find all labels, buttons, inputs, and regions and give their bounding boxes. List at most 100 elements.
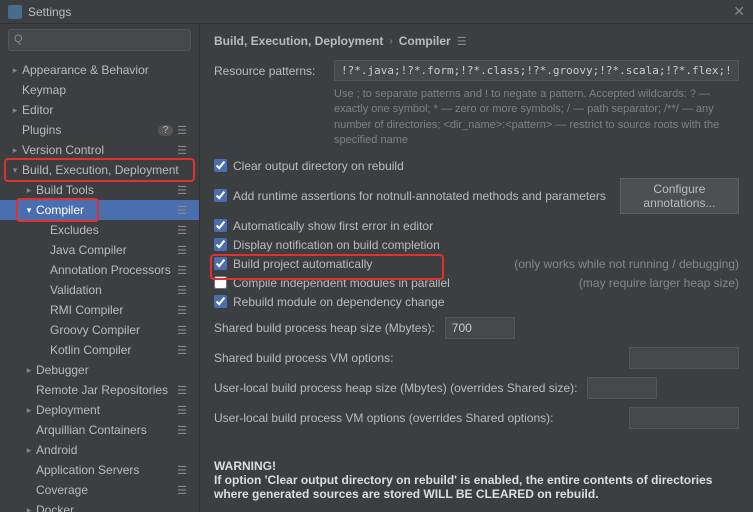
sidebar-item-label: RMI Compiler bbox=[50, 303, 177, 317]
sidebar-item[interactable]: Java Compiler☰ bbox=[0, 240, 199, 260]
checkbox-row: Build project automatically (only works w… bbox=[214, 257, 739, 271]
text-input[interactable] bbox=[445, 317, 515, 339]
titlebar: Settings ✕ bbox=[0, 0, 753, 24]
menu-icon[interactable]: ☰ bbox=[177, 404, 187, 417]
sidebar-item[interactable]: ▸Android bbox=[0, 440, 199, 460]
sidebar-item-label: Remote Jar Repositories bbox=[36, 383, 177, 397]
sidebar-item[interactable]: Coverage☰ bbox=[0, 480, 199, 500]
sidebar-item-label: Keymap bbox=[22, 83, 193, 97]
sidebar-item[interactable]: Excludes☰ bbox=[0, 220, 199, 240]
menu-icon[interactable]: ☰ bbox=[177, 344, 187, 357]
checkbox-label: Compile independent modules in parallel bbox=[233, 276, 549, 290]
sidebar-item-label: Validation bbox=[50, 283, 177, 297]
menu-icon[interactable]: ☰ bbox=[177, 144, 187, 157]
resource-patterns-label: Resource patterns: bbox=[214, 60, 334, 78]
sidebar-item[interactable]: ▸Docker bbox=[0, 500, 199, 512]
sidebar-item[interactable]: Kotlin Compiler☰ bbox=[0, 340, 199, 360]
menu-icon[interactable]: ☰ bbox=[177, 244, 187, 257]
field-label: Shared build process VM options: bbox=[214, 351, 393, 365]
chevron-right-icon: ▸ bbox=[22, 365, 36, 376]
sidebar-item-label: Debugger bbox=[36, 363, 193, 377]
configure-annotations-button[interactable]: Configure annotations... bbox=[620, 178, 739, 214]
field-label: User-local build process VM options (ove… bbox=[214, 411, 554, 425]
checkbox-note: (may require larger heap size) bbox=[579, 276, 739, 290]
checkbox[interactable] bbox=[214, 238, 227, 251]
checkbox-row: Add runtime assertions for notnull-annot… bbox=[214, 178, 739, 214]
sidebar-item-label: Compiler bbox=[36, 203, 177, 217]
search-input[interactable] bbox=[8, 29, 191, 51]
close-icon[interactable]: ✕ bbox=[733, 3, 745, 20]
menu-icon[interactable]: ☰ bbox=[177, 384, 187, 397]
sidebar-item[interactable]: Annotation Processors☰ bbox=[0, 260, 199, 280]
menu-icon[interactable]: ☰ bbox=[177, 304, 187, 317]
menu-icon[interactable]: ☰ bbox=[457, 35, 467, 48]
menu-icon[interactable]: ☰ bbox=[177, 284, 187, 297]
text-input[interactable] bbox=[629, 347, 739, 369]
resource-patterns-input[interactable] bbox=[334, 60, 739, 81]
checkbox-label: Build project automatically bbox=[233, 257, 484, 271]
sidebar-item[interactable]: Keymap bbox=[0, 80, 199, 100]
menu-icon[interactable]: ☰ bbox=[177, 324, 187, 337]
menu-icon[interactable]: ☰ bbox=[177, 464, 187, 477]
sidebar-item[interactable]: RMI Compiler☰ bbox=[0, 300, 199, 320]
sidebar-item[interactable]: ▸Version Control☰ bbox=[0, 140, 199, 160]
form-row: Shared build process heap size (Mbytes): bbox=[214, 317, 739, 339]
checkbox[interactable] bbox=[214, 276, 227, 289]
sidebar-item-label: Plugins bbox=[22, 123, 158, 137]
warning-text: If option 'Clear output directory on reb… bbox=[214, 473, 712, 501]
sidebar-item[interactable]: ▸Appearance & Behavior bbox=[0, 60, 199, 80]
main-panel: Build, Execution, Deployment › Compiler … bbox=[200, 24, 753, 512]
window-title: Settings bbox=[28, 5, 733, 19]
text-input[interactable] bbox=[629, 407, 739, 429]
chevron-right-icon: ▸ bbox=[8, 145, 22, 156]
settings-form: Resource patterns: Use ; to separate pat… bbox=[200, 56, 753, 512]
sidebar-item[interactable]: Groovy Compiler☰ bbox=[0, 320, 199, 340]
sidebar-item[interactable]: Validation☰ bbox=[0, 280, 199, 300]
checkbox[interactable] bbox=[214, 159, 227, 172]
checkbox[interactable] bbox=[214, 257, 227, 270]
checkbox-row: Clear output directory on rebuild bbox=[214, 159, 739, 173]
sidebar-item[interactable]: ▸Debugger bbox=[0, 360, 199, 380]
sidebar-item-label: Kotlin Compiler bbox=[50, 343, 177, 357]
menu-icon[interactable]: ☰ bbox=[177, 264, 187, 277]
sidebar-item[interactable]: Arquillian Containers☰ bbox=[0, 420, 199, 440]
sidebar-item[interactable]: ▾Build, Execution, Deployment bbox=[0, 160, 199, 180]
form-row: User-local build process VM options (ove… bbox=[214, 407, 739, 429]
text-input[interactable] bbox=[587, 377, 657, 399]
sidebar-item-label: Build Tools bbox=[36, 183, 177, 197]
checkbox-label: Clear output directory on rebuild bbox=[233, 159, 739, 173]
sidebar-item[interactable]: ▾Compiler☰ bbox=[0, 200, 199, 220]
sidebar-item-label: Groovy Compiler bbox=[50, 323, 177, 337]
sidebar-item-label: Appearance & Behavior bbox=[22, 63, 193, 77]
checkbox-row: Compile independent modules in parallel (… bbox=[214, 276, 739, 290]
sidebar-item-label: Docker bbox=[36, 503, 193, 512]
checkbox-label: Rebuild module on dependency change bbox=[233, 295, 739, 309]
sidebar-item-label: Excludes bbox=[50, 223, 177, 237]
sidebar-item[interactable]: ▸Deployment☰ bbox=[0, 400, 199, 420]
menu-icon[interactable]: ☰ bbox=[177, 184, 187, 197]
resource-patterns-help: Use ; to separate patterns and ! to nega… bbox=[214, 87, 739, 149]
menu-icon[interactable]: ☰ bbox=[177, 124, 187, 137]
chevron-down-icon: ▾ bbox=[22, 205, 36, 216]
checkbox[interactable] bbox=[214, 295, 227, 308]
field-label: Shared build process heap size (Mbytes): bbox=[214, 321, 435, 335]
checkbox[interactable] bbox=[214, 219, 227, 232]
sidebar-item[interactable]: ▸Editor bbox=[0, 100, 199, 120]
chevron-right-icon: ▸ bbox=[22, 505, 36, 512]
sidebar-item[interactable]: Application Servers☰ bbox=[0, 460, 199, 480]
checkbox-note: (only works while not running / debuggin… bbox=[514, 257, 739, 271]
menu-icon[interactable]: ☰ bbox=[177, 424, 187, 437]
menu-icon[interactable]: ☰ bbox=[177, 484, 187, 497]
form-row: Shared build process VM options: bbox=[214, 347, 739, 369]
sidebar-item[interactable]: Plugins?☰ bbox=[0, 120, 199, 140]
menu-icon[interactable]: ☰ bbox=[177, 204, 187, 217]
sidebar-item-label: Arquillian Containers bbox=[36, 423, 177, 437]
checkbox[interactable] bbox=[214, 189, 227, 202]
sidebar-item-label: Version Control bbox=[22, 143, 177, 157]
field-label: User-local build process heap size (Mbyt… bbox=[214, 381, 577, 395]
sidebar-item[interactable]: ▸Build Tools☰ bbox=[0, 180, 199, 200]
chevron-right-icon: ▸ bbox=[22, 405, 36, 416]
app-icon bbox=[8, 5, 22, 19]
menu-icon[interactable]: ☰ bbox=[177, 224, 187, 237]
sidebar-item[interactable]: Remote Jar Repositories☰ bbox=[0, 380, 199, 400]
